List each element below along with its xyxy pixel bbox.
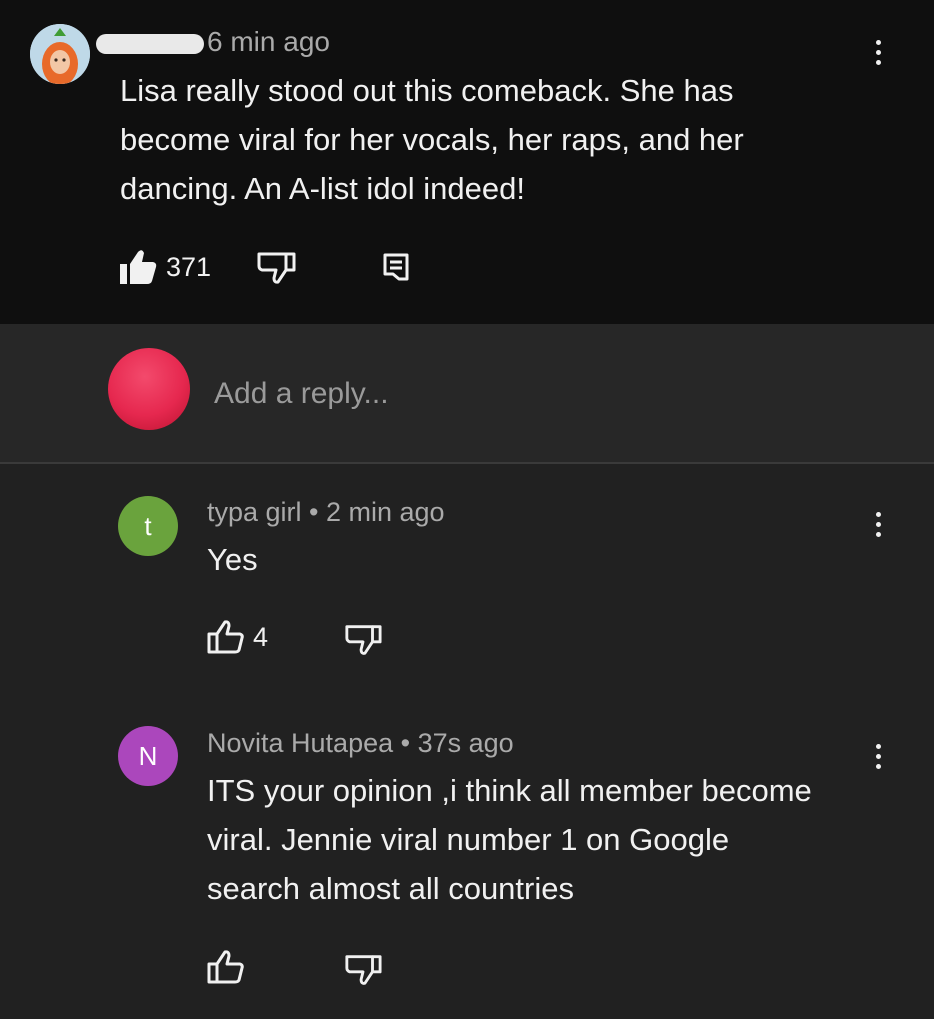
add-reply-input[interactable]: [214, 372, 814, 416]
like-icon: [207, 950, 244, 984]
dislike-icon: [257, 252, 296, 284]
like-icon: [207, 620, 244, 654]
like-button[interactable]: 371: [118, 248, 211, 286]
comment-timestamp: 6 min ago: [207, 26, 330, 57]
reply-avatar[interactable]: t: [118, 496, 178, 556]
avatar-photo-icon: [30, 24, 90, 84]
reply-comment-icon: [383, 253, 409, 281]
like-count: 371: [166, 251, 212, 282]
dislike-icon: [345, 955, 382, 985]
reply-text: Yes: [207, 542, 258, 577]
comment-text: Lisa really stood out this comeback. She…: [120, 73, 744, 206]
reply-meta: typa girl • 2 min ago: [207, 497, 445, 527]
reply-avatar[interactable]: N: [118, 726, 178, 786]
more-vert-icon[interactable]: [868, 504, 888, 544]
commenter-avatar[interactable]: [30, 24, 90, 84]
like-count: 4: [253, 621, 269, 652]
dislike-icon: [345, 625, 382, 655]
top-comment: 6 min ago Lisa really stood out this com…: [0, 0, 934, 324]
user-avatar: [108, 348, 190, 430]
reply-text: ITS your opinion ,i think all member bec…: [207, 773, 812, 906]
like-filled-icon: [120, 250, 157, 284]
reply-meta: Novita Hutapea • 37s ago: [207, 728, 514, 758]
redacted-username: [96, 34, 204, 54]
dislike-button[interactable]: [256, 250, 296, 284]
like-button[interactable]: 4: [207, 620, 268, 654]
like-button[interactable]: [207, 950, 245, 984]
dislike-button[interactable]: [344, 622, 382, 656]
more-vert-icon[interactable]: [868, 736, 888, 776]
reply-button[interactable]: [382, 252, 410, 282]
dislike-button[interactable]: [344, 952, 382, 986]
more-vert-icon[interactable]: [868, 32, 888, 72]
